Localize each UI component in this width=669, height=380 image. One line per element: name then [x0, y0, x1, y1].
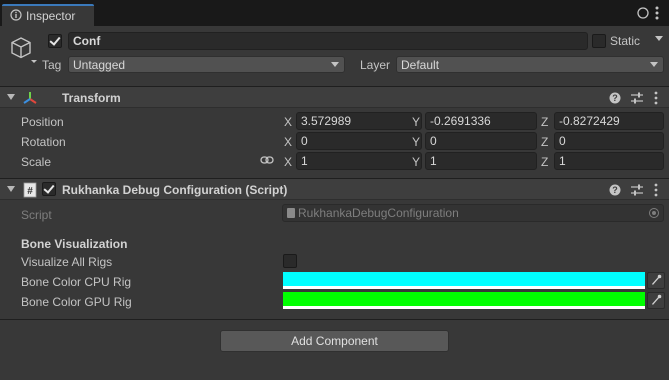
transform-axes-icon [23, 92, 37, 104]
scale-x-label[interactable]: X [284, 155, 292, 169]
transform-header[interactable]: Transform ? [0, 86, 669, 108]
scale-x-field[interactable]: 1 [296, 152, 422, 170]
tab-inspector[interactable]: Inspector [2, 4, 94, 26]
help-icon[interactable]: ? [609, 184, 621, 196]
object-picker-icon [649, 208, 659, 218]
tag-value: Untagged [73, 58, 126, 72]
tab-label: Inspector [26, 9, 76, 23]
transform-title: Transform [62, 91, 121, 105]
rotation-y-field[interactable]: 0 [425, 132, 537, 150]
scale-y-field[interactable]: 1 [425, 152, 537, 170]
script-component-header[interactable]: # Rukhanka Debug Configuration (Script) … [0, 178, 669, 200]
script-value: RukhankaDebugConfiguration [298, 206, 459, 220]
rotation-label: Rotation [21, 135, 66, 149]
bone-color-cpu-field[interactable] [283, 272, 645, 289]
tag-label: Tag [42, 58, 62, 72]
visualize-all-rigs-checkbox[interactable] [283, 254, 297, 268]
rotation-z-label[interactable]: Z [541, 135, 548, 149]
script-component-title: Rukhanka Debug Configuration (Script) [62, 183, 288, 197]
static-checkbox[interactable] [592, 34, 606, 48]
bone-color-cpu-label: Bone Color CPU Rig [21, 275, 132, 289]
chevron-down-icon[interactable] [654, 35, 664, 43]
layer-dropdown[interactable]: Default [396, 56, 664, 73]
tab-bar: Inspector [0, 0, 669, 26]
layer-label: Layer [360, 58, 391, 72]
position-z-field[interactable]: -0.8272429 [554, 112, 664, 130]
script-object-field: RukhankaDebugConfiguration [282, 204, 664, 222]
scale-label: Scale [21, 155, 52, 169]
eyedropper-icon[interactable] [647, 272, 665, 289]
script-file-icon [287, 208, 295, 218]
scale-z-label[interactable]: Z [541, 155, 548, 169]
static-label: Static [610, 34, 641, 48]
position-y-label[interactable]: Y [412, 115, 420, 129]
svg-text:#: # [27, 186, 33, 197]
position-x-label[interactable]: X [284, 115, 292, 129]
foldout-arrow-icon[interactable] [7, 94, 15, 100]
divider [0, 319, 669, 320]
bone-color-gpu-label: Bone Color GPU Rig [21, 295, 132, 309]
active-checkbox[interactable] [48, 34, 62, 48]
eyedropper-icon[interactable] [647, 292, 665, 309]
layer-value: Default [401, 58, 440, 72]
tag-dropdown[interactable]: Untagged [68, 56, 345, 73]
rotation-x-label[interactable]: X [284, 135, 292, 149]
gameobject-name-field[interactable]: Conf [68, 32, 588, 50]
visualize-all-rigs-label: Visualize All Rigs [21, 255, 113, 269]
rotation-x-field[interactable]: 0 [296, 132, 422, 150]
bone-color-gpu-field[interactable] [283, 292, 645, 309]
script-hash-icon: # [23, 182, 37, 198]
link-icon[interactable] [260, 155, 274, 165]
position-y-field[interactable]: -0.2691336 [425, 112, 537, 130]
script-label: Script [21, 208, 52, 222]
section-header: Bone Visualization [21, 237, 128, 251]
scale-z-field[interactable]: 1 [554, 152, 664, 170]
cube-icon[interactable] [8, 34, 38, 64]
foldout-arrow-icon[interactable] [7, 186, 15, 192]
help-icon[interactable]: ? [609, 92, 621, 104]
inspector-panel: Conf Static Tag Untagged Layer Default T… [0, 26, 669, 380]
kebab-menu-icon[interactable] [653, 91, 659, 105]
chevron-down-icon [331, 62, 339, 67]
rotation-z-field[interactable]: 0 [554, 132, 664, 150]
lock-icon[interactable] [637, 7, 649, 19]
script-enabled-checkbox[interactable] [42, 182, 56, 196]
svg-text:?: ? [612, 93, 618, 103]
rotation-y-label[interactable]: Y [412, 135, 420, 149]
presets-sliders-icon[interactable] [631, 92, 643, 104]
position-label: Position [21, 115, 64, 129]
kebab-menu-icon[interactable] [653, 6, 661, 20]
add-component-button[interactable]: Add Component [220, 330, 449, 352]
position-z-label[interactable]: Z [541, 115, 548, 129]
kebab-menu-icon[interactable] [653, 183, 659, 197]
chevron-down-icon [650, 62, 658, 67]
scale-y-label[interactable]: Y [412, 155, 420, 169]
presets-sliders-icon[interactable] [631, 184, 643, 196]
position-x-field[interactable]: 3.572989 [296, 112, 422, 130]
svg-text:?: ? [612, 185, 618, 195]
info-icon [10, 9, 22, 21]
